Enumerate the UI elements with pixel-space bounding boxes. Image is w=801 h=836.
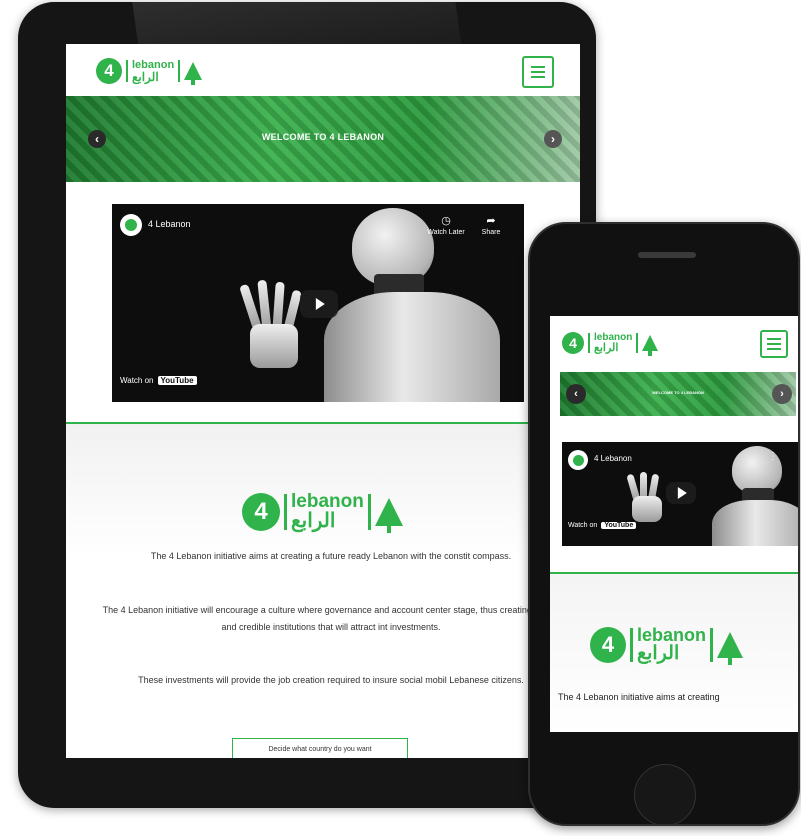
share-label: Share bbox=[481, 229, 501, 236]
logo-wordmark: lebanon الرابع bbox=[291, 492, 364, 531]
logo-wordmark: lebanon الرابع bbox=[132, 58, 175, 84]
logo-number-badge: 4 bbox=[96, 58, 122, 84]
share-button[interactable]: ➦ Share bbox=[476, 214, 506, 236]
logo-number-badge: 4 bbox=[562, 332, 584, 354]
cedar-tree-icon bbox=[642, 335, 659, 356]
tablet-header: 4 lebanon الرابع bbox=[66, 44, 580, 98]
about-logo: 4 lebanon الرابع bbox=[242, 492, 403, 533]
menu-line-icon bbox=[767, 338, 781, 340]
site-logo[interactable]: 4 lebanon الرابع bbox=[96, 58, 203, 85]
watch-on-label: Watch on bbox=[568, 522, 598, 529]
logo-text-ar: الرابع bbox=[132, 69, 159, 84]
phone-device: 4 lebanon الرابع ‹ WELCOME TO 4 LEBANON … bbox=[528, 222, 800, 826]
logo-divider bbox=[630, 627, 633, 662]
about-paragraph-3: These investments will provide the job c… bbox=[138, 675, 524, 685]
menu-line-icon bbox=[531, 76, 545, 78]
robot-body-image bbox=[324, 292, 500, 402]
channel-logo-icon bbox=[125, 219, 137, 231]
robot-palm bbox=[250, 324, 298, 368]
banner-title: WELCOME TO 4 LEBANON bbox=[652, 390, 704, 395]
banner-title: WELCOME TO 4 LEBANON bbox=[261, 132, 385, 142]
play-button[interactable] bbox=[300, 290, 338, 318]
hamburger-menu-button[interactable] bbox=[522, 56, 554, 88]
phone-home-button[interactable] bbox=[634, 764, 696, 824]
video-channel-name[interactable]: 4 Lebanon bbox=[148, 219, 191, 229]
logo-text-en: lebanon bbox=[594, 331, 633, 343]
play-button[interactable] bbox=[666, 482, 696, 504]
watch-on-youtube-link[interactable]: Watch on YouTube bbox=[568, 522, 637, 529]
robot-palm bbox=[632, 496, 662, 522]
about-paragraph-1: The 4 Lebanon initiative aims at creatin… bbox=[150, 551, 512, 561]
about-paragraph-2: The 4 Lebanon initiative will encourage … bbox=[102, 605, 560, 632]
logo-number-badge: 4 bbox=[242, 492, 280, 531]
cedar-tree-icon bbox=[717, 631, 744, 665]
watch-on-label: Watch on bbox=[120, 376, 154, 385]
slider-next-button[interactable]: › bbox=[544, 130, 562, 148]
logo-divider bbox=[367, 493, 371, 530]
menu-line-icon bbox=[767, 348, 781, 350]
about-paragraph-1: The 4 Lebanon initiative aims at creatin… bbox=[558, 692, 720, 702]
logo-text-en: lebanon bbox=[637, 625, 707, 645]
logo-number-badge: 4 bbox=[590, 626, 626, 663]
hero-banner-slider: ‹ WELCOME TO 4 LEBANON › bbox=[560, 372, 796, 416]
embedded-video-player[interactable]: 4 Lebanon ◷ Watch Later ➦ Share Watch on… bbox=[112, 204, 524, 402]
more-options-icon[interactable]: ⋮ bbox=[768, 452, 778, 462]
logo-wordmark: lebanon الرابع bbox=[594, 331, 633, 354]
logo-divider bbox=[126, 60, 128, 82]
logo-divider bbox=[636, 333, 639, 353]
robot-body-image bbox=[712, 500, 798, 546]
logo-text-en: lebanon bbox=[132, 58, 175, 71]
logo-divider bbox=[178, 60, 181, 82]
about-section: 4 lebanon الرابع The 4 Lebanon initiativ… bbox=[66, 422, 580, 758]
logo-wordmark: lebanon الرابع bbox=[637, 626, 706, 663]
channel-avatar[interactable] bbox=[120, 214, 142, 236]
hamburger-menu-button[interactable] bbox=[760, 330, 788, 358]
hero-banner-slider: ‹ WELCOME TO 4 LEBANON › bbox=[66, 96, 580, 182]
tablet-screen: 4 lebanon الرابع ‹ WELCOME TO 4 LEBANON … bbox=[66, 44, 580, 758]
watch-later-button[interactable]: ◷ Watch Later bbox=[426, 214, 466, 236]
decide-country-button[interactable]: Decide what country do you want bbox=[232, 738, 408, 758]
logo-divider bbox=[710, 627, 714, 662]
embedded-video-player[interactable]: 4 Lebanon ⋮ Watch on YouTube bbox=[562, 442, 798, 546]
share-arrow-icon: ➦ bbox=[486, 215, 496, 227]
logo-text-en: lebanon bbox=[291, 491, 364, 512]
video-channel-name[interactable]: 4 Lebanon bbox=[594, 454, 632, 463]
menu-line-icon bbox=[531, 71, 545, 73]
youtube-logo: YouTube bbox=[601, 522, 637, 529]
watch-later-label: Watch Later bbox=[427, 229, 465, 236]
phone-screen: 4 lebanon الرابع ‹ WELCOME TO 4 LEBANON … bbox=[550, 316, 798, 732]
about-logo: 4 lebanon الرابع bbox=[590, 626, 744, 665]
logo-text-ar: الرابع bbox=[594, 341, 619, 354]
cedar-tree-icon bbox=[374, 497, 403, 533]
site-logo[interactable]: 4 lebanon الرابع bbox=[562, 331, 659, 356]
device-mockup-stage: 4 lebanon الرابع ‹ WELCOME TO 4 LEBANON … bbox=[0, 0, 801, 836]
tablet-device: 4 lebanon الرابع ‹ WELCOME TO 4 LEBANON … bbox=[18, 2, 596, 808]
channel-avatar[interactable] bbox=[568, 450, 588, 470]
about-section: 4 lebanon الرابع The 4 Lebanon initiativ… bbox=[550, 574, 798, 732]
clock-icon: ◷ bbox=[441, 215, 451, 227]
cedar-tree-icon bbox=[184, 62, 203, 85]
slider-next-button[interactable]: › bbox=[772, 384, 792, 404]
logo-divider bbox=[284, 493, 287, 530]
menu-line-icon bbox=[767, 343, 781, 345]
logo-text-ar: الرابع bbox=[291, 510, 336, 532]
watch-on-youtube-link[interactable]: Watch on YouTube bbox=[120, 376, 197, 385]
logo-text-ar: الرابع bbox=[637, 643, 680, 664]
logo-divider bbox=[588, 333, 590, 353]
youtube-logo: YouTube bbox=[157, 376, 197, 385]
menu-line-icon bbox=[531, 66, 545, 68]
channel-logo-icon bbox=[572, 454, 584, 466]
